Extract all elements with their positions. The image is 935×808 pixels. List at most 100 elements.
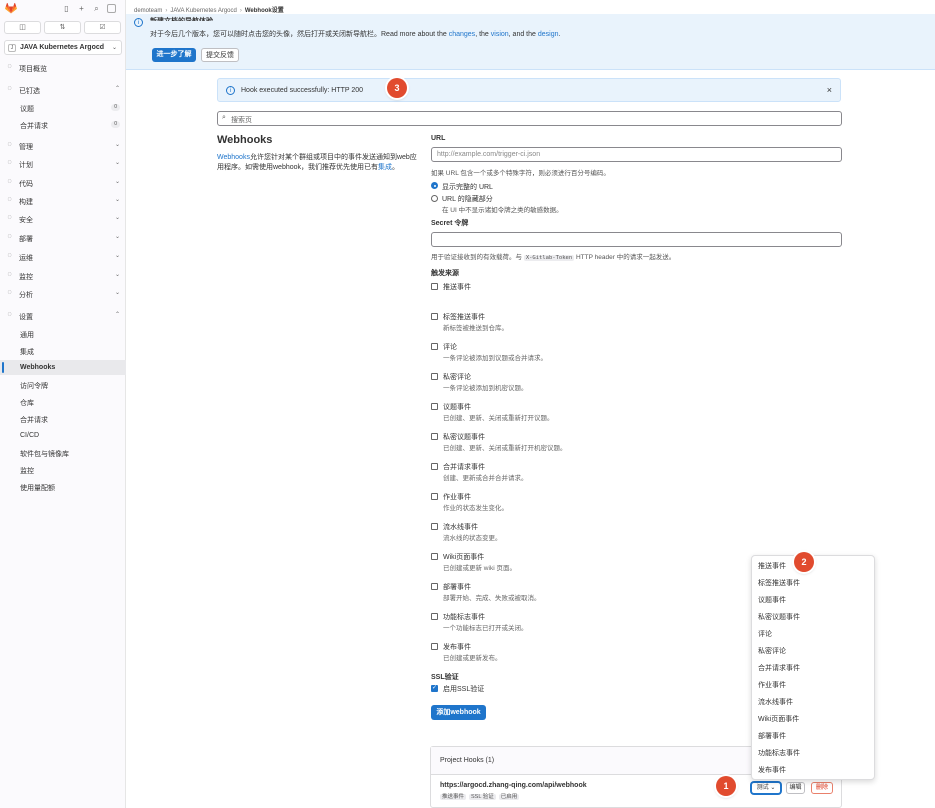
mask-url-desc: 在 UI 中不显示诸如令牌之类的敏感数据。 [442,207,563,214]
trigger-checkbox[interactable] [431,553,438,560]
url-label: URL [431,135,446,142]
trigger-checkbox[interactable] [431,643,438,650]
callout-text-end: . [558,31,561,38]
sidebar-item-label: 分析 [19,292,33,299]
dropdown-item[interactable]: 推送事件 [758,561,786,571]
avatar-icon[interactable] [107,4,116,13]
dropdown-item[interactable]: 议题事件 [758,595,786,605]
sidebar-settings-item[interactable]: 监控 [0,462,126,477]
design-link[interactable]: design [538,31,559,38]
show-full-url-radio[interactable] [431,182,438,189]
dropdown-item[interactable]: Wiki页面事件 [758,714,799,724]
test-hook-dropdown-button[interactable]: 测试 ⌄ [751,782,781,794]
sidebar-item[interactable]: ◌ 项目概览 [0,60,126,75]
trigger-checkbox[interactable] [431,463,438,470]
sidebar-item-label: 监控 [20,468,34,475]
sidebar-item[interactable]: ◌ 运维 ⌄ [0,249,126,264]
annotation-badge-3: 3 [387,78,407,98]
trigger-checkbox[interactable] [431,403,438,410]
hook-success-alert: i Hook executed successfully: HTTP 200 × [217,78,841,102]
dropdown-item[interactable]: 私密评论 [758,646,786,656]
sidebar-toggle-icon[interactable]: ▯ [62,4,71,13]
sidebar-pinned-item[interactable]: 合并请求 0 [0,117,126,132]
sidebar-item[interactable]: ◌ 安全 ⌄ [0,211,126,226]
trigger-desc: 作业的状态发生变化。 [443,505,508,512]
callout-text: 对于今后几个版本，您可以随时点击您的头像，然后打开或关闭新导航栏。Read mo… [150,29,560,39]
dropdown-item[interactable]: 标签推送事件 [758,578,800,588]
sidebar-settings-item[interactable]: 通用 [0,326,126,341]
trigger-desc: 部署开始、完成、失败或被取消。 [443,595,541,602]
dropdown-item[interactable]: 发布事件 [758,765,786,775]
dropdown-item[interactable]: 评论 [758,629,772,639]
hook-tag-enabled: 已启用 [498,794,520,800]
webhooks-doc-link[interactable]: Webhooks [217,154,250,161]
trigger-checkbox[interactable] [431,343,438,350]
page-search-input[interactable]: ⌕ 搜索页 [217,111,842,126]
project-selector[interactable]: J JAVA Kubernetes Argocd ⌄ [4,40,122,55]
dropdown-item[interactable]: 作业事件 [758,680,786,690]
chevron-icon: ⌄ [114,160,120,166]
trigger-checkbox[interactable] [431,283,438,290]
plus-icon[interactable]: + [77,4,86,13]
mask-url-radio[interactable] [431,195,438,202]
sidebar-settings-item[interactable]: 仓库 [0,394,126,409]
trigger-label: 标签推送事件 [443,314,485,321]
chevron-icon: ⌄ [114,215,120,221]
sidebar-item-label: 通用 [20,332,34,339]
sidebar-settings-item[interactable]: CI/CD [0,428,126,443]
url-input[interactable]: http://example.com/trigger-ci.json [431,147,842,162]
feedback-button[interactable]: 提交反馈 [201,48,239,62]
sidebar-settings-item[interactable]: 访问令牌 [0,377,126,392]
vision-link[interactable]: vision [491,31,509,38]
merge-requests-tab[interactable]: ⇅ [44,21,81,34]
trigger-checkbox[interactable] [431,523,438,530]
dropdown-item[interactable]: 私密议题事件 [758,612,800,622]
delete-hook-button[interactable]: 删除 [811,782,833,794]
sidebar-item[interactable]: ◌ 部署 ⌄ [0,230,126,245]
issues-icon: ◫ [19,24,26,31]
close-icon[interactable]: × [827,85,832,95]
integrations-link[interactable]: 集成 [378,164,392,171]
learn-more-button[interactable]: 进一步了解 [152,48,196,62]
sidebar-item[interactable]: ◌ 已钉选 ⌃ [0,82,126,97]
sidebar-settings-item[interactable]: 合并请求 [0,411,126,426]
add-webhook-button[interactable]: 添加webhook [431,705,486,720]
sidebar-item[interactable]: ◌ 设置 ⌃ [0,308,126,323]
sidebar-item-label: CI/CD [20,432,40,439]
todos-tab[interactable]: ☑ [84,21,121,34]
search-icon[interactable]: ⌕ [92,4,101,13]
changes-link[interactable]: changes [449,31,475,38]
sidebar-settings-item[interactable]: 使用量配额 [0,479,126,494]
dropdown-item[interactable]: 流水线事件 [758,697,793,707]
trigger-checkbox[interactable] [431,613,438,620]
gitlab-logo-icon[interactable] [5,3,17,14]
trigger-desc: 一个功能标志已打开或关闭。 [443,625,528,632]
sidebar-item[interactable]: ◌ 管理 ⌄ [0,138,126,153]
sidebar-item[interactable]: ◌ 构建 ⌄ [0,193,126,208]
trigger-label: 部署事件 [443,584,471,591]
sidebar-item-label: 合并请求 [20,417,48,424]
sidebar-pinned-item[interactable]: 议题 0 [0,100,126,115]
trigger-checkbox[interactable] [431,583,438,590]
sidebar-item[interactable]: ◌ 代码 ⌄ [0,175,126,190]
sidebar-settings-item[interactable]: 集成 [0,343,126,358]
secret-token-input[interactable] [431,232,842,247]
dropdown-item[interactable]: 功能标志事件 [758,748,800,758]
trigger-desc: 已创建或更新发布。 [443,655,502,662]
trigger-checkbox[interactable] [431,313,438,320]
url-help: 如果 URL 包含一个或多个特殊字符，则必须进行百分号编码。 [431,170,610,177]
sidebar-item[interactable]: ◌ 监控 ⌄ [0,268,126,283]
sidebar-settings-item[interactable]: Webhooks [0,360,126,375]
edit-hook-button[interactable]: 编辑 [786,782,805,794]
dropdown-item[interactable]: 部署事件 [758,731,786,741]
sidebar-item[interactable]: ◌ 分析 ⌄ [0,286,126,301]
trigger-checkbox[interactable] [431,493,438,500]
sidebar-settings-item[interactable]: 软件包与镜像库 [0,445,126,460]
trigger-checkbox[interactable] [431,433,438,440]
issues-tab[interactable]: ◫ [4,21,41,34]
dropdown-item[interactable]: 合并请求事件 [758,663,800,673]
trigger-checkbox[interactable] [431,373,438,380]
chevron-icon: ⌄ [114,253,120,259]
ssl-verification-checkbox[interactable] [431,684,438,692]
sidebar-item[interactable]: ◌ 计划 ⌄ [0,156,126,171]
